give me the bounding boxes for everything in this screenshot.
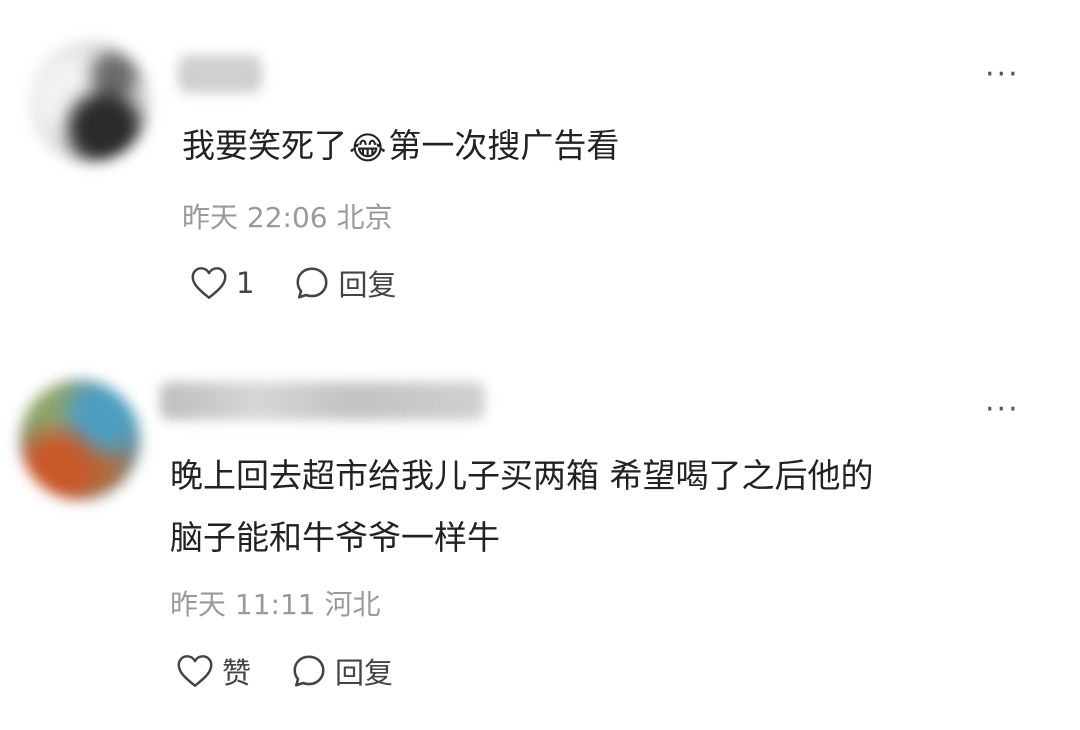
reply-label: 回复 [338, 268, 397, 302]
comment-text-line: 脑子能和牛爷爷一样牛 [170, 518, 500, 557]
comment-item: ··· 我要笑死了😂第一次搜广告看 昨天 22:06 北京 1 回复 [0, 0, 1080, 340]
like-count: 1 [236, 266, 255, 300]
like-button[interactable]: 赞 [176, 650, 251, 692]
comment-text-part: 我要笑死了 [182, 126, 347, 165]
avatar[interactable] [20, 380, 140, 500]
comment-meta: 昨天 22:06 北京 [182, 201, 393, 234]
more-dots-icon[interactable]: ··· [985, 60, 1020, 90]
comment-meta: 昨天 11:11 河北 [170, 588, 381, 621]
heart-outline-icon [177, 655, 213, 687]
speech-bubble-icon [293, 655, 325, 687]
comment-text: 晚上回去超市给我儿子买两箱 希望喝了之后他的 脑子能和牛爷爷一样牛 [170, 445, 874, 569]
username-blurred[interactable] [178, 55, 262, 93]
like-label: 赞 [222, 656, 252, 690]
reply-button[interactable]: 回复 [294, 262, 396, 304]
reply-label: 回复 [335, 656, 394, 690]
comment-actions: 1 回复 [190, 262, 436, 304]
comment-list: ··· 我要笑死了😂第一次搜广告看 昨天 22:06 北京 1 回复 ··· 晚… [0, 0, 1080, 730]
comment-text-line: 晚上回去超市给我儿子买两箱 希望喝了之后他的 [170, 456, 874, 495]
username-blurred[interactable] [160, 382, 485, 420]
speech-bubble-icon [296, 267, 328, 299]
more-dots-icon[interactable]: ··· [985, 395, 1020, 425]
laughing-crying-emoji-icon: 😂 [349, 129, 387, 167]
comment-actions: 赞 回复 [176, 650, 433, 692]
heart-outline-icon [191, 267, 227, 299]
comment-text-part: 第一次搜广告看 [388, 126, 620, 165]
avatar[interactable] [30, 42, 150, 162]
comment-item: ··· 晚上回去超市给我儿子买两箱 希望喝了之后他的 脑子能和牛爷爷一样牛 昨天… [0, 340, 1080, 730]
reply-button[interactable]: 回复 [291, 650, 393, 692]
comment-text: 我要笑死了😂第一次搜广告看 [182, 115, 619, 179]
like-button[interactable]: 1 [190, 266, 254, 300]
